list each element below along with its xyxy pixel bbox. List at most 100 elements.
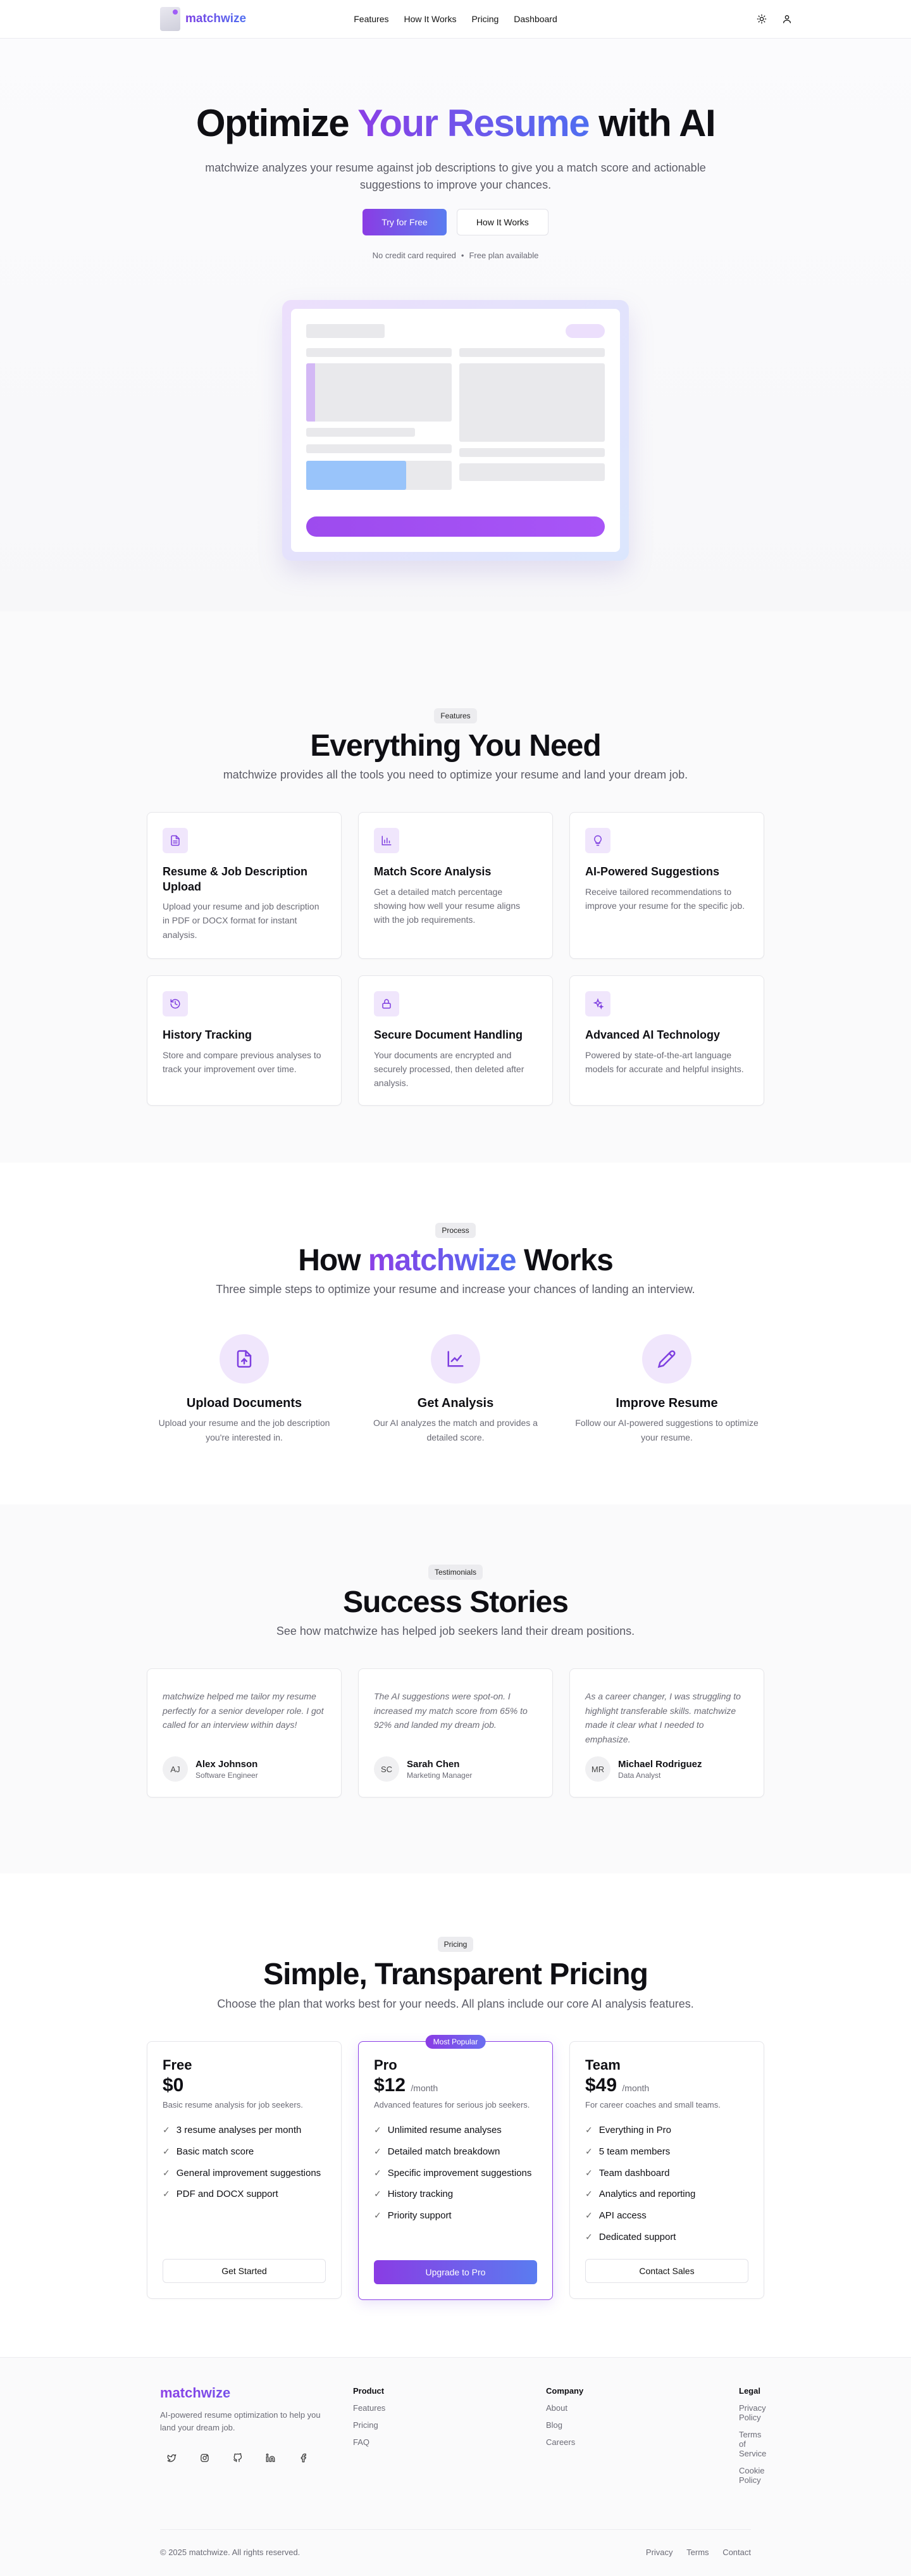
mockup-pill bbox=[566, 324, 605, 338]
plan-feature-text: 5 team members bbox=[598, 2146, 671, 2157]
plan-period: /month bbox=[411, 2082, 438, 2093]
footer-link[interactable]: Terms of Service bbox=[739, 2430, 766, 2458]
privacy-link[interactable]: Privacy bbox=[646, 2548, 673, 2557]
footer-bottom-links: Privacy Terms Contact bbox=[635, 2548, 751, 2557]
plan-desc: For career coaches and small teams. bbox=[585, 2099, 721, 2110]
plan-feature: ✓ Unlimited resume analyses bbox=[374, 2123, 537, 2137]
plan-period: /month bbox=[622, 2082, 650, 2093]
plan-price-value: $0 bbox=[163, 2074, 184, 2096]
feature-desc: Get a detailed match percentage showing … bbox=[374, 886, 521, 925]
footer-column-title: Product bbox=[353, 2385, 385, 2396]
step-item: Improve Resume Follow our AI-powered sug… bbox=[572, 1334, 762, 1444]
feature-card: Resume & Job Description Upload Upload y… bbox=[147, 812, 342, 960]
twitter-icon[interactable] bbox=[160, 2446, 183, 2469]
chart-icon bbox=[374, 828, 399, 854]
plan-card-free: Free $0 Basic resume analysis for job se… bbox=[147, 2041, 342, 2299]
footer-brand: matchwize AI-powered resume optimization… bbox=[160, 2385, 353, 2485]
footer-link[interactable]: Privacy Policy bbox=[739, 2403, 766, 2422]
footer-link[interactable]: About bbox=[546, 2403, 739, 2413]
logo[interactable]: matchwize bbox=[160, 7, 246, 31]
feature-card: Match Score Analysis Get a detailed matc… bbox=[358, 812, 553, 960]
linkedin-icon[interactable] bbox=[259, 2446, 282, 2469]
step-title: Improve Resume bbox=[616, 1396, 718, 1411]
main-nav: Features How It Works Pricing Dashboard bbox=[354, 14, 557, 24]
plan-feature: ✓ Team dashboard bbox=[585, 2166, 748, 2180]
mockup-line bbox=[306, 428, 415, 437]
plan-feature-text: Basic match score bbox=[176, 2146, 254, 2157]
check-icon: ✓ bbox=[163, 2125, 170, 2135]
plan-feature: ✓ API access bbox=[585, 2209, 748, 2223]
try-free-button[interactable]: Try for Free bbox=[363, 209, 447, 235]
features-grid: Resume & Job Description Upload Upload y… bbox=[0, 812, 911, 1106]
plan-feature-text: Dedicated support bbox=[598, 2231, 676, 2242]
plan-price: $0 bbox=[163, 2075, 326, 2096]
plan-feature-text: Priority support bbox=[387, 2210, 452, 2222]
feature-card: Secure Document Handling Your documents … bbox=[358, 975, 553, 1106]
plan-feature-text: Analytics and reporting bbox=[598, 2189, 696, 2200]
logo-text: matchwize bbox=[185, 12, 247, 25]
footer-link[interactable]: Blog bbox=[546, 2420, 739, 2430]
plan-features: ✓ Unlimited resume analyses ✓ Detailed mat… bbox=[374, 2123, 537, 2223]
app-preview-mockup bbox=[282, 300, 629, 561]
plan-feature-text: History tracking bbox=[387, 2189, 454, 2200]
plan-name: Team bbox=[585, 2056, 621, 2073]
plan-feature-text: 3 resume analyses per month bbox=[176, 2125, 302, 2136]
how-lead: Three simple steps to optimize your resu… bbox=[216, 1283, 695, 1296]
facebook-icon[interactable] bbox=[292, 2446, 314, 2469]
logo-icon bbox=[160, 7, 180, 31]
contact-link[interactable]: Contact bbox=[722, 2548, 751, 2557]
theme-toggle-sun-icon[interactable] bbox=[755, 13, 768, 25]
footer-link[interactable]: Careers bbox=[546, 2437, 739, 2447]
features-badge: Features bbox=[434, 708, 477, 723]
step-desc: Upload your resume and the job descripti… bbox=[158, 1418, 330, 1442]
plan-feature-text: Unlimited resume analyses bbox=[387, 2125, 502, 2136]
instagram-icon[interactable] bbox=[193, 2446, 216, 2469]
terms-link[interactable]: Terms bbox=[686, 2548, 709, 2557]
lock-icon bbox=[374, 991, 399, 1017]
site-header: matchwize Features How It Works Pricing … bbox=[0, 0, 911, 39]
get-started-button[interactable]: Get Started bbox=[163, 2258, 326, 2283]
footer-link[interactable]: Cookie Policy bbox=[739, 2466, 766, 2485]
plan-feature-text: Everything in Pro bbox=[598, 2125, 671, 2136]
nav-how-it-works[interactable]: How It Works bbox=[404, 14, 456, 24]
feature-desc: Receive tailored recommendations to impr… bbox=[585, 886, 745, 911]
features-section: Features Everything You Need matchwize p… bbox=[0, 611, 911, 1163]
feature-title: Secure Document Handling bbox=[374, 1029, 523, 1042]
hero-note-1: No credit card required bbox=[372, 251, 456, 260]
check-icon: ✓ bbox=[163, 2146, 170, 2156]
plan-feature: ✓ 3 resume analyses per month bbox=[163, 2123, 326, 2137]
nav-dashboard[interactable]: Dashboard bbox=[514, 14, 557, 24]
user-icon[interactable] bbox=[781, 13, 793, 25]
most-popular-badge: Most Popular bbox=[425, 2034, 486, 2049]
plan-feature-text: Detailed match breakdown bbox=[387, 2146, 500, 2157]
footer-link[interactable]: FAQ bbox=[353, 2437, 546, 2447]
testimonials-title: Success Stories bbox=[343, 1585, 569, 1620]
plan-price: $49 /month bbox=[585, 2075, 748, 2096]
feature-desc: Your documents are encrypted and securel… bbox=[374, 1049, 524, 1089]
step-item: Upload Documents Upload your resume and … bbox=[149, 1334, 339, 1444]
footer-link[interactable]: Pricing bbox=[353, 2420, 546, 2430]
feature-title: Resume & Job Description Upload bbox=[163, 865, 308, 893]
feature-desc: Upload your resume and job description i… bbox=[163, 901, 319, 940]
hero-title: Optimize Your Resume with AI bbox=[0, 103, 911, 144]
plan-feature: ✓ Detailed match breakdown bbox=[374, 2145, 537, 2159]
plan-feature: ✓ General improvement suggestions bbox=[163, 2166, 326, 2180]
contact-sales-button[interactable]: Contact Sales bbox=[585, 2258, 748, 2283]
upgrade-to-pro-button[interactable]: Upgrade to Pro bbox=[374, 2260, 537, 2284]
testimonial-card: As a career changer, I was struggling to… bbox=[569, 1668, 764, 1798]
mockup-line bbox=[459, 463, 605, 481]
plan-price: $12 /month bbox=[374, 2075, 537, 2096]
testimonial-author: AJ Alex Johnson Software Engineer bbox=[163, 1756, 258, 1782]
check-icon: ✓ bbox=[163, 2167, 170, 2178]
github-icon[interactable] bbox=[226, 2446, 249, 2469]
how-title: How matchwize Works bbox=[0, 1243, 911, 1278]
footer-logo[interactable]: matchwize bbox=[160, 2385, 353, 2401]
how-it-works-button[interactable]: How It Works bbox=[456, 209, 548, 235]
nav-pricing[interactable]: Pricing bbox=[471, 14, 499, 24]
testimonial-quote: The AI suggestions were spot-on. I incre… bbox=[374, 1691, 528, 1730]
header-actions bbox=[755, 13, 793, 25]
nav-features[interactable]: Features bbox=[354, 14, 388, 24]
pricing-grid: Free $0 Basic resume analysis for job se… bbox=[0, 2034, 911, 2300]
footer-link[interactable]: Features bbox=[353, 2403, 546, 2413]
check-icon: ✓ bbox=[374, 2146, 381, 2156]
